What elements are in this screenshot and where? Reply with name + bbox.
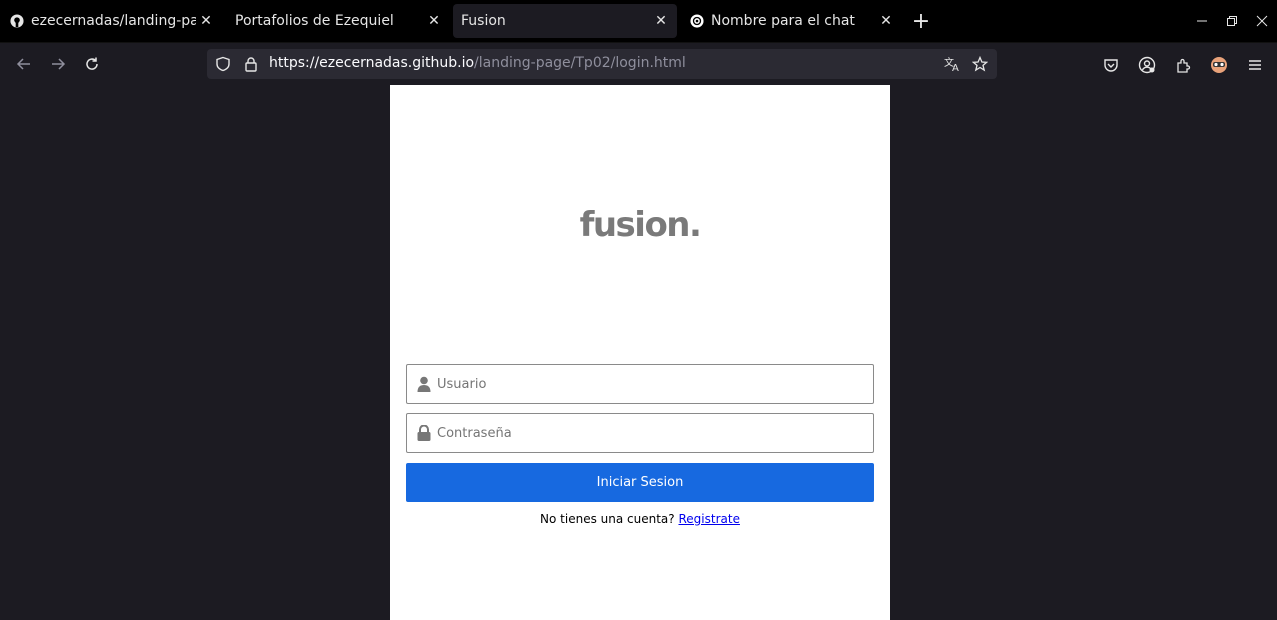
tab-github[interactable]: ezecernadas/landing-page ✕ xyxy=(0,0,222,42)
close-tab-icon[interactable]: ✕ xyxy=(424,11,444,31)
lock-icon xyxy=(417,425,431,441)
username-field[interactable] xyxy=(406,364,874,404)
minimize-icon[interactable] xyxy=(1187,6,1217,36)
url-text: https://ezecernadas.github.io/landing-pa… xyxy=(269,55,686,71)
openai-icon xyxy=(690,14,704,28)
url-path: /landing-page/Tp02/login.html xyxy=(474,55,686,71)
close-tab-icon[interactable]: ✕ xyxy=(196,11,216,31)
tab-portafolios[interactable]: Portafolios de Ezequiel ✕ xyxy=(222,0,450,42)
close-window-icon[interactable] xyxy=(1247,6,1277,36)
page-viewport: fusion. Iniciar Sesion No tienes una cue… xyxy=(0,85,1277,620)
extensions-icon[interactable] xyxy=(1165,47,1201,83)
forward-arrow-icon[interactable] xyxy=(41,47,75,81)
restore-icon[interactable] xyxy=(1217,6,1247,36)
signup-link[interactable]: Registrate xyxy=(678,512,739,526)
profile-avatar-icon[interactable] xyxy=(1201,47,1237,83)
password-input[interactable] xyxy=(437,425,857,441)
account-icon[interactable] xyxy=(1129,47,1165,83)
new-tab-button[interactable]: + xyxy=(906,6,936,36)
translate-icon[interactable]: 文A xyxy=(944,56,960,72)
login-card: fusion. Iniciar Sesion No tienes una cue… xyxy=(390,85,890,620)
hamburger-menu-icon[interactable] xyxy=(1237,47,1273,83)
reload-icon[interactable] xyxy=(75,47,109,81)
github-icon xyxy=(10,14,24,28)
tab-title: ezecernadas/landing-page xyxy=(31,13,196,29)
window-controls xyxy=(1187,0,1277,42)
password-field[interactable] xyxy=(406,413,874,453)
tab-strip: ezecernadas/landing-page ✕ Portafolios d… xyxy=(0,0,1277,42)
signup-row: No tienes una cuenta? Registrate xyxy=(390,512,890,526)
signup-prompt: No tienes una cuenta? xyxy=(540,512,675,526)
toolbar-right xyxy=(1093,43,1277,86)
lock-icon[interactable] xyxy=(243,56,259,72)
tab-chat[interactable]: Nombre para el chat ✕ xyxy=(680,0,902,42)
tab-title: Nombre para el chat xyxy=(711,13,855,29)
svg-text:A: A xyxy=(952,63,959,72)
login-button[interactable]: Iniciar Sesion xyxy=(406,463,874,502)
tab-fusion-active[interactable]: Fusion ✕ xyxy=(453,4,677,38)
back-arrow-icon[interactable] xyxy=(7,47,41,81)
url-bar[interactable]: https://ezecernadas.github.io/landing-pa… xyxy=(207,49,997,79)
close-tab-icon[interactable]: ✕ xyxy=(876,11,896,31)
fusion-logo: fusion. xyxy=(579,205,702,245)
close-tab-icon[interactable]: ✕ xyxy=(651,11,671,31)
url-domain: https://ezecernadas.github.io xyxy=(269,55,475,71)
tab-title: Portafolios de Ezequiel xyxy=(235,13,394,29)
pocket-icon[interactable] xyxy=(1093,47,1129,83)
bookmark-star-icon[interactable] xyxy=(972,56,988,72)
tracking-shield-icon[interactable] xyxy=(215,56,231,72)
nav-toolbar: https://ezecernadas.github.io/landing-pa… xyxy=(0,42,1277,85)
username-input[interactable] xyxy=(437,376,857,392)
tab-title: Fusion xyxy=(461,13,506,29)
user-icon xyxy=(417,376,431,392)
